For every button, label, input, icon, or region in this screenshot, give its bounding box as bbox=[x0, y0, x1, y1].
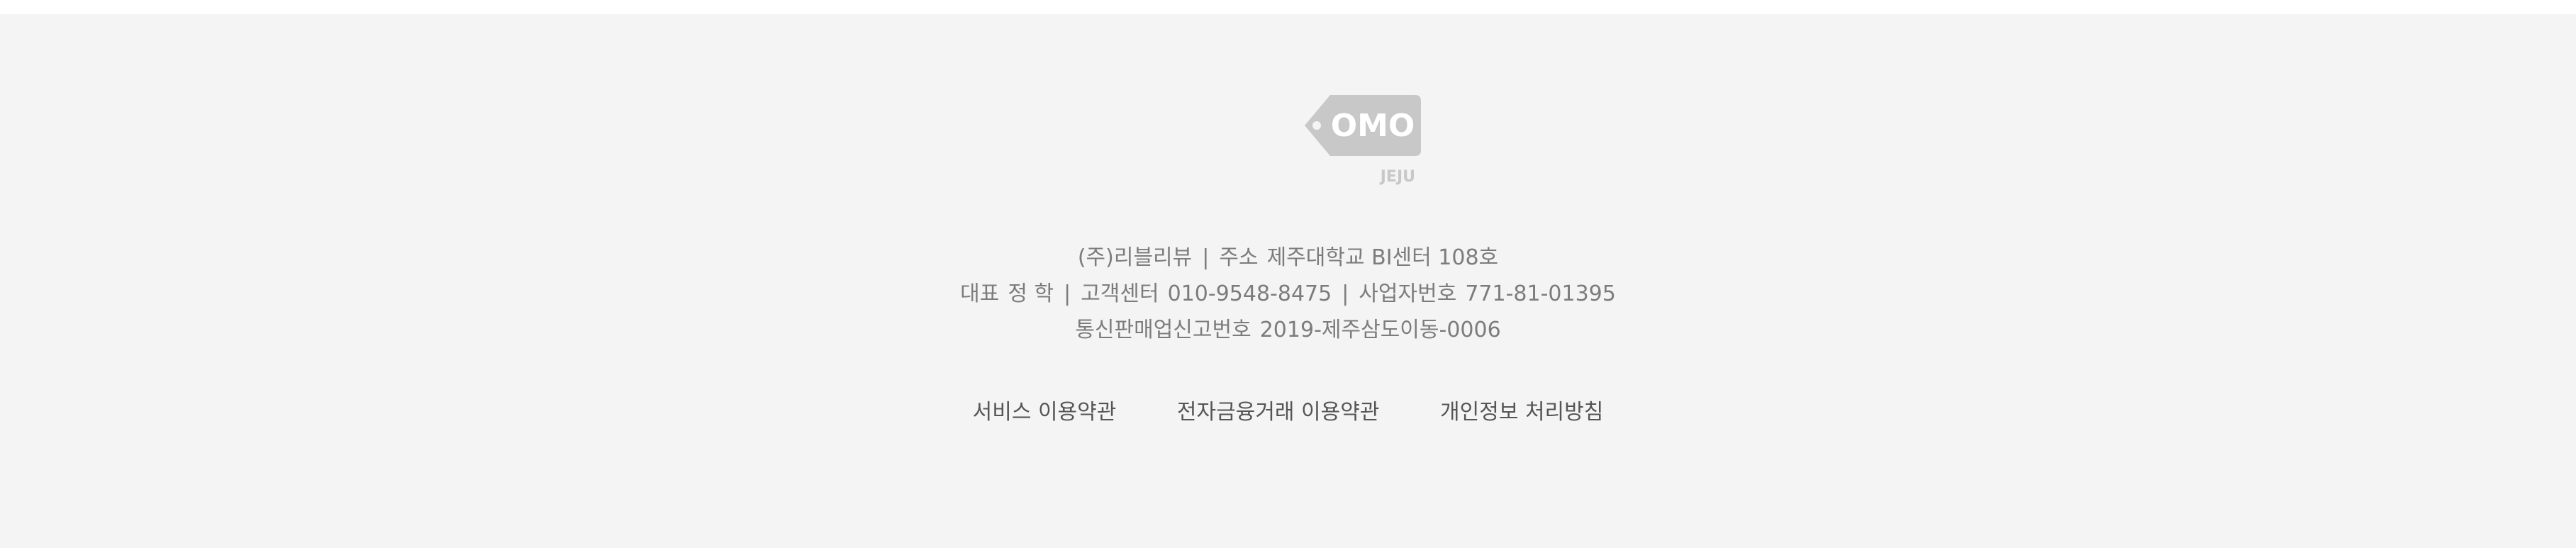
privacy-policy-link[interactable]: 개인정보 처리방침 bbox=[1440, 396, 1603, 430]
ceo-name: 정 학 bbox=[1008, 281, 1054, 306]
address-value: 제주대학교 BI센터 108호 bbox=[1266, 245, 1499, 270]
financial-terms-link[interactable]: 전자금융거래 이용약관 bbox=[1177, 396, 1380, 430]
top-strip bbox=[0, 0, 2576, 14]
logo-sub-text: JEJU bbox=[1379, 168, 1415, 186]
info-line-1: (주)리블리뷰 | 주소 제주대학교 BI센터 108호 bbox=[0, 240, 2576, 276]
site-footer: OMO JEJU (주)리블리뷰 | 주소 제주대학교 BI센터 108호 대표 정 학… bbox=[0, 14, 2576, 548]
mail-order-number: 2019-제주삼도이동-0006 bbox=[1259, 318, 1501, 342]
separator: | bbox=[1202, 245, 1210, 270]
footer-links: 서비스 이용약관 전자금융거래 이용약관 개인정보 처리방침 bbox=[0, 396, 2576, 430]
omo-jeju-logo[interactable]: OMO JEJU bbox=[1302, 94, 1422, 187]
address-label: 주소 bbox=[1219, 245, 1259, 270]
cs-label: 고객센터 bbox=[1081, 281, 1159, 306]
company-info: (주)리블리뷰 | 주소 제주대학교 BI센터 108호 대표 정 학 | 고객센터 010-… bbox=[0, 240, 2576, 348]
separator: | bbox=[1342, 281, 1349, 306]
cs-phone: 010-9548-8475 bbox=[1167, 281, 1332, 306]
separator: | bbox=[1064, 281, 1071, 306]
logo-main-text: OMO bbox=[1331, 108, 1415, 144]
mail-order-label: 통신판매업신고번호 bbox=[1075, 318, 1251, 342]
info-line-3: 통신판매업신고번호 2019-제주삼도이동-0006 bbox=[0, 312, 2576, 348]
info-line-2: 대표 정 학 | 고객센터 010-9548-8475 | 사업자번호 771-81-0139… bbox=[0, 276, 2576, 312]
ceo-label: 대표 bbox=[960, 281, 1000, 306]
company-name: (주)리블리뷰 bbox=[1077, 245, 1193, 270]
terms-link[interactable]: 서비스 이용약관 bbox=[973, 396, 1117, 430]
biz-number-label: 사업자번호 bbox=[1359, 281, 1457, 306]
biz-number-value: 771-81-01395 bbox=[1465, 281, 1616, 306]
